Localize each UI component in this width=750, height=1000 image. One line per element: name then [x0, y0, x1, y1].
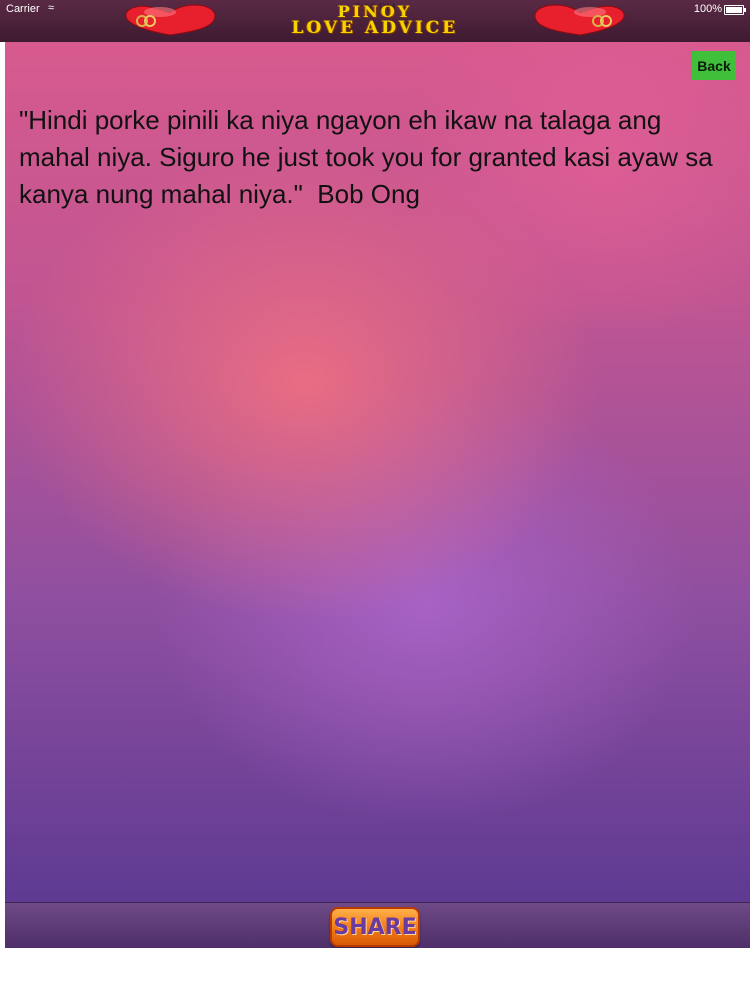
share-button[interactable]: SHARE — [330, 907, 420, 947]
footer-toolbar: SHARE — [5, 902, 750, 949]
bottom-blank-area — [0, 948, 750, 1000]
quote-text: "Hindi porke pinili ka niya ngayon eh ik… — [19, 105, 720, 209]
quote-panel: Back "Hindi porke pinili ka niya ngayon … — [5, 42, 750, 902]
back-button[interactable]: Back — [692, 51, 736, 80]
app-window: Carrier ≈ 7:10 PM 100% PINOY LOVE ADVICE… — [0, 0, 750, 1000]
header-bar: Carrier ≈ 7:10 PM 100% PINOY LOVE ADVICE — [0, 0, 750, 43]
app-title-line2: LOVE ADVICE — [291, 18, 459, 38]
